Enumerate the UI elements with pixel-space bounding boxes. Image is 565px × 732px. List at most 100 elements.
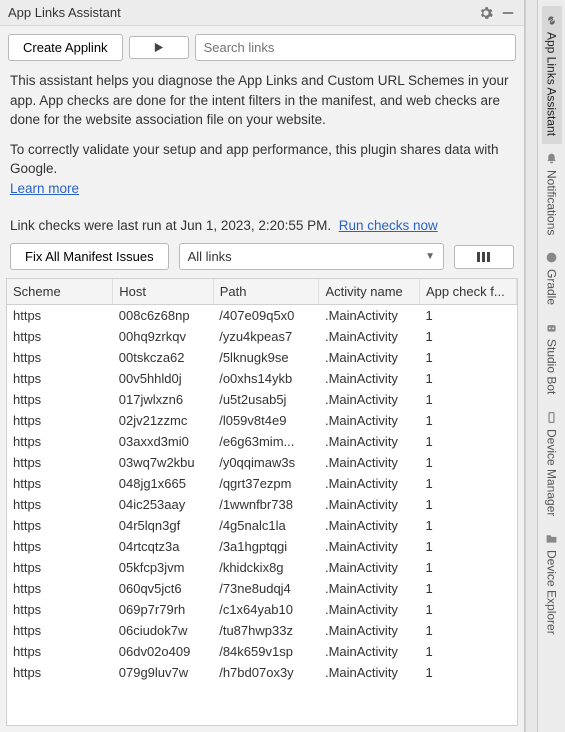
header-path[interactable]: Path bbox=[213, 279, 319, 305]
cell-check: 1 bbox=[419, 557, 516, 578]
cell-activity: .MainActivity bbox=[319, 368, 419, 389]
cell-path: /1wwnfbr738 bbox=[213, 494, 319, 515]
table-row[interactable]: https017jwlxzn6/u5t2usab5j.MainActivity1 bbox=[7, 389, 517, 410]
table-row[interactable]: https00hq9zrkqv/yzu4kpeas7.MainActivity1 bbox=[7, 326, 517, 347]
table-row[interactable]: https06dv02o409/84k659v1sp.MainActivity1 bbox=[7, 641, 517, 662]
rail-item-notifications[interactable]: Notifications bbox=[542, 144, 562, 243]
table-row[interactable]: https00tskcza62/5lknugk9se.MainActivity1 bbox=[7, 347, 517, 368]
cell-check: 1 bbox=[419, 494, 516, 515]
cell-check: 1 bbox=[419, 389, 516, 410]
window-title: App Links Assistant bbox=[8, 5, 472, 20]
header-scheme[interactable]: Scheme bbox=[7, 279, 113, 305]
cell-host: 00tskcza62 bbox=[113, 347, 213, 368]
cell-activity: .MainActivity bbox=[319, 494, 419, 515]
description-block: This assistant helps you diagnose the Ap… bbox=[0, 69, 524, 214]
table-row[interactable]: https008c6z68np/407e09q5x0.MainActivity1 bbox=[7, 305, 517, 327]
header-activity[interactable]: Activity name bbox=[319, 279, 419, 305]
filter-dropdown[interactable]: All links ▼ bbox=[179, 243, 444, 270]
cell-check: 1 bbox=[419, 368, 516, 389]
cell-activity: .MainActivity bbox=[319, 326, 419, 347]
cell-check: 1 bbox=[419, 536, 516, 557]
cell-activity: .MainActivity bbox=[319, 641, 419, 662]
cell-host: 04ic253aay bbox=[113, 494, 213, 515]
gear-icon[interactable] bbox=[478, 5, 494, 21]
rail-label: Device Manager bbox=[545, 429, 559, 516]
table-row[interactable]: https00v5hhld0j/o0xhs14ykb.MainActivity1 bbox=[7, 368, 517, 389]
controls-row: Fix All Manifest Issues All links ▼ bbox=[0, 243, 524, 278]
table-row[interactable]: https06ciudok7w/tu87hwp33z.MainActivity1 bbox=[7, 620, 517, 641]
cell-check: 1 bbox=[419, 347, 516, 368]
description-p2: To correctly validate your setup and app… bbox=[10, 142, 499, 177]
rail-label: Notifications bbox=[545, 170, 559, 235]
cell-scheme: https bbox=[7, 599, 113, 620]
rail-label: Gradle bbox=[545, 269, 559, 305]
table-row[interactable]: https05kfcp3jvm/khidckix8g.MainActivity1 bbox=[7, 557, 517, 578]
cell-activity: .MainActivity bbox=[319, 305, 419, 327]
cell-host: 05kfcp3jvm bbox=[113, 557, 213, 578]
scrollbar[interactable] bbox=[525, 0, 537, 732]
cell-scheme: https bbox=[7, 410, 113, 431]
columns-button[interactable] bbox=[454, 245, 514, 269]
cell-check: 1 bbox=[419, 599, 516, 620]
folder-icon bbox=[545, 532, 559, 546]
main-panel: App Links Assistant Create Applink This … bbox=[0, 0, 525, 732]
rail-item-studio-bot[interactable]: Studio Bot bbox=[542, 313, 562, 402]
cell-path: /4g5nalc1la bbox=[213, 515, 319, 536]
cell-host: 017jwlxzn6 bbox=[113, 389, 213, 410]
cell-scheme: https bbox=[7, 305, 113, 327]
cell-activity: .MainActivity bbox=[319, 473, 419, 494]
table-row[interactable]: https079g9luv7w/h7bd07ox3y.MainActivity1 bbox=[7, 662, 517, 683]
header-host[interactable]: Host bbox=[113, 279, 213, 305]
status-row: Link checks were last run at Jun 1, 2023… bbox=[0, 214, 524, 243]
cell-check: 1 bbox=[419, 473, 516, 494]
cell-host: 02jv21zzmc bbox=[113, 410, 213, 431]
rail-label: Device Explorer bbox=[545, 550, 559, 635]
table-row[interactable]: https04rtcqtz3a/3a1hgptqgi.MainActivity1 bbox=[7, 536, 517, 557]
cell-path: /qgrt37ezpm bbox=[213, 473, 319, 494]
cell-check: 1 bbox=[419, 431, 516, 452]
table-row[interactable]: https02jv21zzmc/l059v8t4e9.MainActivity1 bbox=[7, 410, 517, 431]
cell-path: /o0xhs14ykb bbox=[213, 368, 319, 389]
cell-scheme: https bbox=[7, 620, 113, 641]
cell-host: 079g9luv7w bbox=[113, 662, 213, 683]
table-row[interactable]: https048jg1x665/qgrt37ezpm.MainActivity1 bbox=[7, 473, 517, 494]
learn-more-link[interactable]: Learn more bbox=[10, 181, 79, 196]
cell-host: 008c6z68np bbox=[113, 305, 213, 327]
links-table-wrap[interactable]: Scheme Host Path Activity name App check… bbox=[6, 278, 518, 726]
cell-scheme: https bbox=[7, 452, 113, 473]
rail-item-device-manager[interactable]: Device Manager bbox=[542, 403, 562, 524]
play-icon bbox=[153, 42, 164, 53]
cell-activity: .MainActivity bbox=[319, 389, 419, 410]
description-p1: This assistant helps you diagnose the Ap… bbox=[10, 71, 514, 130]
cell-path: /tu87hwp33z bbox=[213, 620, 319, 641]
bot-icon bbox=[545, 321, 559, 335]
status-text: Link checks were last run at Jun 1, 2023… bbox=[10, 218, 331, 233]
bell-icon bbox=[545, 152, 559, 166]
cell-host: 06dv02o409 bbox=[113, 641, 213, 662]
table-row[interactable]: https060qv5jct6/73ne8udqj4.MainActivity1 bbox=[7, 578, 517, 599]
cell-scheme: https bbox=[7, 473, 113, 494]
fix-manifest-button[interactable]: Fix All Manifest Issues bbox=[10, 243, 169, 270]
run-checks-link[interactable]: Run checks now bbox=[339, 218, 438, 233]
cell-host: 069p7r79rh bbox=[113, 599, 213, 620]
filter-label: All links bbox=[188, 249, 232, 264]
header-appcheck[interactable]: App check f... bbox=[419, 279, 516, 305]
rail-item-app-links-assistant[interactable]: App Links Assistant bbox=[542, 6, 562, 144]
table-row[interactable]: https069p7r79rh/c1x64yab10.MainActivity1 bbox=[7, 599, 517, 620]
search-input[interactable] bbox=[195, 34, 516, 61]
cell-host: 060qv5jct6 bbox=[113, 578, 213, 599]
minimize-icon[interactable] bbox=[500, 5, 516, 21]
table-row[interactable]: https04ic253aay/1wwnfbr738.MainActivity1 bbox=[7, 494, 517, 515]
table-row[interactable]: https04r5lqn3gf/4g5nalc1la.MainActivity1 bbox=[7, 515, 517, 536]
table-row[interactable]: https03axxd3mi0/e6g63mim....MainActivity… bbox=[7, 431, 517, 452]
cell-activity: .MainActivity bbox=[319, 620, 419, 641]
rail-item-gradle[interactable]: Gradle bbox=[542, 243, 562, 313]
rail-item-device-explorer[interactable]: Device Explorer bbox=[542, 524, 562, 643]
cell-check: 1 bbox=[419, 452, 516, 473]
cell-path: /h7bd07ox3y bbox=[213, 662, 319, 683]
table-row[interactable]: https03wq7w2kbu/y0qqimaw3s.MainActivity1 bbox=[7, 452, 517, 473]
create-applink-button[interactable]: Create Applink bbox=[8, 34, 123, 61]
rail-label: App Links Assistant bbox=[545, 32, 559, 136]
run-button[interactable] bbox=[129, 36, 189, 59]
cell-check: 1 bbox=[419, 578, 516, 599]
